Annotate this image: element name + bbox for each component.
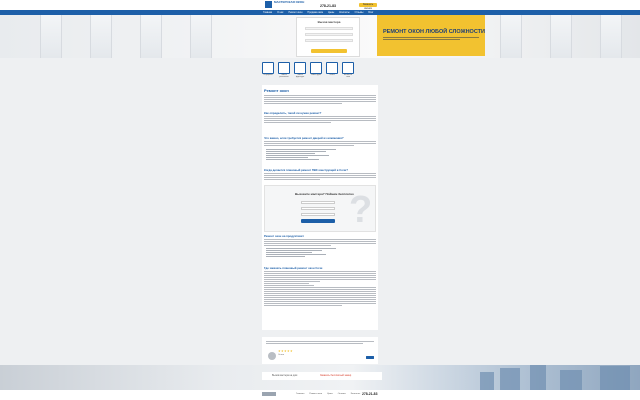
footer-nav: Главная Ремонт окон Цены Отзывы Контакты	[296, 393, 360, 395]
building-image	[530, 365, 546, 390]
service-label: Замена уплотнителя	[279, 75, 289, 78]
logo-text: МАСТЕРСКАЯ ОКОН	[274, 0, 305, 4]
footer-nav-item[interactable]: Главная	[296, 393, 304, 395]
paragraph	[264, 116, 376, 124]
phone-input[interactable]	[301, 207, 335, 210]
building-image	[560, 370, 582, 390]
footer-nav-item[interactable]: Цены	[327, 393, 333, 395]
service-item[interactable]: Откосы	[326, 62, 338, 80]
building-image	[500, 368, 520, 390]
paragraph	[264, 239, 376, 247]
hero-window-image	[600, 15, 622, 58]
footer-logo[interactable]	[262, 392, 276, 396]
rating-stars: ★★★★★	[278, 349, 293, 353]
name-input[interactable]	[301, 201, 335, 204]
name-input[interactable]	[305, 27, 353, 30]
footer-nav-item[interactable]: Контакты	[351, 393, 360, 395]
service-item[interactable]: Ремонт ручек	[310, 62, 322, 80]
phone-input[interactable]	[305, 33, 353, 36]
paragraph	[264, 141, 376, 147]
service-label: Замена фурнитуры	[295, 75, 305, 78]
submit-button[interactable]	[311, 49, 347, 53]
header-phone[interactable]: 278-21-83	[320, 4, 336, 8]
window-icon	[326, 62, 338, 74]
hero-window-image	[550, 15, 572, 58]
hero-request-form: Вызов мастера	[296, 17, 360, 57]
hero-banner-text	[383, 37, 479, 41]
section-heading: Где заказать плановый ремонт окон Сочи	[264, 266, 323, 270]
site-footer: Главная Ремонт окон Цены Отзывы Контакты…	[0, 390, 640, 400]
logo-icon	[265, 1, 272, 8]
promo-form: Вызовите мастера? Поймем бесплатно ?	[264, 185, 376, 232]
building-image	[480, 372, 494, 390]
bullet-list	[266, 149, 336, 161]
more-reviews-button[interactable]	[366, 356, 374, 359]
comment-input[interactable]	[301, 213, 335, 216]
hero-banner-title: РЕМОНТ ОКОН ЛЮБОЙ СЛОЖНОСТИ	[383, 29, 485, 35]
window-icon	[342, 62, 354, 74]
service-label: Откосы	[329, 75, 335, 76]
page-title: Ремонт окон	[264, 88, 289, 93]
service-label: Ремонт ручек	[311, 75, 321, 76]
hero-banner: РЕМОНТ ОКОН ЛЮБОЙ СЛОЖНОСТИ	[377, 15, 485, 56]
hero-window-image	[90, 15, 112, 58]
paragraph	[264, 95, 376, 105]
section-heading: Что важно, если требуется ремонт дверей …	[264, 136, 344, 140]
address-input[interactable]	[305, 39, 353, 42]
review-card: ★★★★★ Отзыв	[262, 337, 378, 364]
avatar	[268, 352, 276, 360]
window-icon	[262, 62, 274, 74]
review-text	[266, 341, 374, 345]
service-label: Москитные сетки	[343, 75, 353, 78]
top-header: МАСТЕРСКАЯ ОКОН 278-21-83 Заказать звоно…	[0, 0, 640, 10]
service-item[interactable]: Замена фурнитуры	[294, 62, 306, 80]
footer-cta-link[interactable]: Заказать бесплатный замер	[320, 374, 351, 377]
bullet-list	[266, 248, 336, 258]
footer-cta-bar: Вызов мастера на дом Заказать бесплатный…	[262, 372, 382, 380]
callback-button[interactable]: Заказать звонок	[359, 3, 377, 10]
paragraph	[264, 271, 376, 307]
promo-submit-button[interactable]	[301, 219, 335, 223]
footer-nav-item[interactable]: Ремонт окон	[309, 393, 322, 395]
footer-banner: Вызов мастера на дом Заказать бесплатный…	[0, 365, 640, 390]
service-item[interactable]: Регулировка	[262, 62, 274, 80]
question-mark-icon: ?	[349, 189, 373, 231]
footer-nav-item[interactable]: Отзывы	[338, 393, 346, 395]
service-item[interactable]: Москитные сетки	[342, 62, 354, 80]
service-icons: Регулировка Замена уплотнителя Замена фу…	[262, 62, 378, 80]
site-logo[interactable]: МАСТЕРСКАЯ ОКОН	[265, 0, 304, 8]
article-content: Ремонт окон Как определить, такой ли нуж…	[262, 85, 378, 330]
footer-cta-text: Вызов мастера на дом	[272, 374, 298, 377]
hero-window-image	[190, 15, 212, 58]
building-image	[600, 366, 630, 390]
hero-window-image	[140, 15, 162, 58]
window-icon	[310, 62, 322, 74]
window-icon	[294, 62, 306, 74]
window-icon	[278, 62, 290, 74]
section-heading: Ремонт окон на продуктивит	[264, 234, 304, 238]
review-author: Отзыв	[278, 354, 284, 356]
paragraph	[264, 173, 376, 181]
service-label: Регулировка	[263, 75, 273, 76]
hero-window-image	[500, 15, 522, 58]
footer-phone[interactable]: 278-21-83	[362, 392, 377, 396]
service-item[interactable]: Замена уплотнителя	[278, 62, 290, 80]
promo-title: Вызовите мастера? Поймем бесплатно	[295, 192, 354, 196]
hero-window-image	[40, 15, 62, 58]
section-heading: Когда делается плановый ремонт ПВХ конст…	[264, 168, 348, 172]
section-heading: Как определить, такой ли нужен ремонт?	[264, 111, 322, 115]
form-title: Вызов мастера	[317, 20, 341, 24]
